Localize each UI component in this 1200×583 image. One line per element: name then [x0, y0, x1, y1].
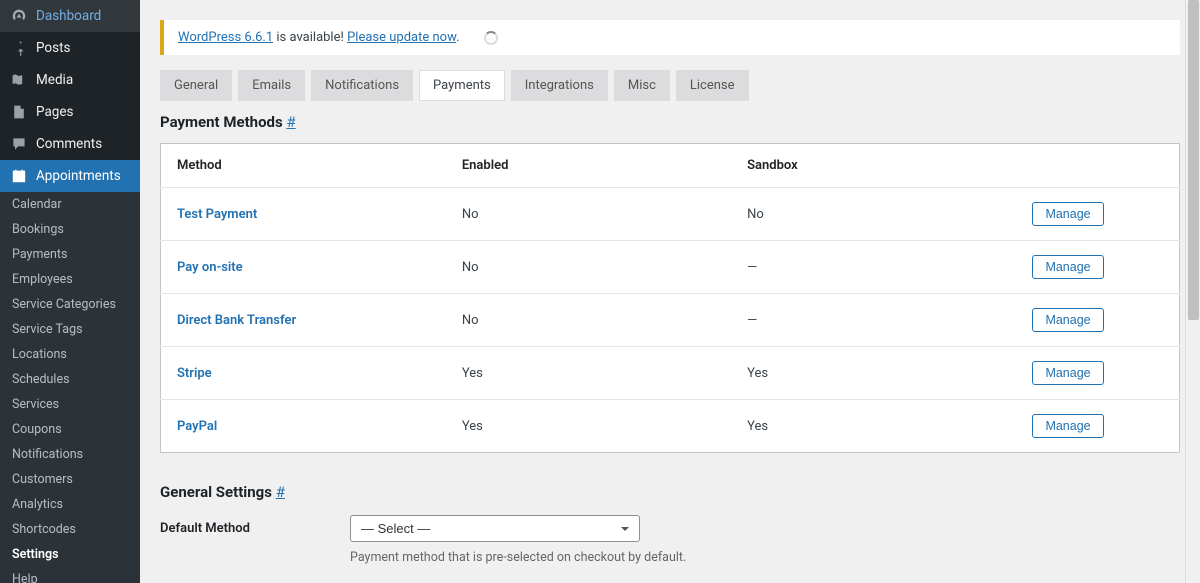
sandbox-cell: —: [731, 241, 1016, 294]
menu-posts[interactable]: Posts: [0, 32, 140, 64]
menu-label: Media: [36, 72, 73, 88]
method-link[interactable]: PayPal: [177, 419, 217, 434]
sandbox-cell: Yes: [731, 400, 1016, 453]
submenu-payments[interactable]: Payments: [0, 242, 140, 267]
enabled-cell: No: [446, 294, 731, 347]
payment-methods-table: Method Enabled Sandbox Test PaymentNoNoM…: [160, 143, 1180, 453]
menu-appointments[interactable]: Appointments: [0, 160, 140, 192]
menu-label: Comments: [36, 136, 102, 152]
submenu-bookings[interactable]: Bookings: [0, 217, 140, 242]
scrollbar[interactable]: [1185, 0, 1200, 583]
submenu-employees[interactable]: Employees: [0, 267, 140, 292]
update-now-link[interactable]: Please update now: [347, 30, 456, 45]
table-row: Stripe YesYes Manage: [161, 347, 1180, 400]
manage-button[interactable]: Manage: [1032, 414, 1103, 438]
menu-media[interactable]: Media: [0, 64, 140, 96]
tab-payments[interactable]: Payments: [419, 70, 505, 101]
manage-button[interactable]: Manage: [1032, 361, 1103, 385]
enabled-cell: No: [446, 241, 731, 294]
th-method: Method: [161, 144, 446, 188]
payment-methods-anchor[interactable]: #: [286, 113, 295, 131]
media-icon: [10, 71, 28, 89]
menu-label: Appointments: [36, 168, 121, 184]
submenu-customers[interactable]: Customers: [0, 467, 140, 492]
table-row: PayPal YesYes Manage: [161, 400, 1180, 453]
enabled-cell: Yes: [446, 400, 731, 453]
submenu-analytics[interactable]: Analytics: [0, 492, 140, 517]
submenu-settings[interactable]: Settings: [0, 542, 140, 567]
menu-label: Dashboard: [36, 8, 101, 24]
general-settings-anchor[interactable]: #: [276, 483, 285, 501]
table-row: Pay on-site No— Manage: [161, 241, 1180, 294]
calendar-icon: [10, 167, 28, 185]
sandbox-cell: —: [731, 294, 1016, 347]
update-notice: WordPress 6.6.1 is available! Please upd…: [160, 20, 1180, 55]
submenu-service-tags[interactable]: Service Tags: [0, 317, 140, 342]
wordpress-version-link[interactable]: WordPress 6.6.1: [178, 30, 273, 45]
tab-misc[interactable]: Misc: [614, 70, 670, 101]
default-method-help: Payment method that is pre-selected on c…: [350, 550, 1180, 565]
method-link[interactable]: Direct Bank Transfer: [177, 313, 296, 328]
method-link[interactable]: Stripe: [177, 366, 212, 381]
tab-license[interactable]: License: [676, 70, 749, 101]
submenu-services[interactable]: Services: [0, 392, 140, 417]
method-link[interactable]: Pay on-site: [177, 260, 243, 275]
admin-sidebar: Dashboard Posts Media Pages Comments Appointm…: [0, 0, 140, 583]
appointments-submenu: CalendarBookingsPaymentsEmployeesService…: [0, 192, 140, 583]
enabled-cell: Yes: [446, 347, 731, 400]
page-icon: [10, 103, 28, 121]
manage-button[interactable]: Manage: [1032, 308, 1103, 332]
payment-methods-heading: Payment Methods #: [160, 113, 1180, 131]
menu-label: Pages: [36, 104, 74, 120]
menu-pages[interactable]: Pages: [0, 96, 140, 128]
menu-dashboard[interactable]: Dashboard: [0, 0, 140, 32]
main-content: WordPress 6.6.1 is available! Please upd…: [140, 0, 1200, 583]
tab-integrations[interactable]: Integrations: [511, 70, 608, 101]
scrollbar-thumb[interactable]: [1188, 0, 1199, 320]
submenu-notifications[interactable]: Notifications: [0, 442, 140, 467]
th-sandbox: Sandbox: [731, 144, 1016, 188]
table-row: Test Payment NoNo Manage: [161, 188, 1180, 241]
submenu-calendar[interactable]: Calendar: [0, 192, 140, 217]
sandbox-cell: No: [731, 188, 1016, 241]
th-enabled: Enabled: [446, 144, 731, 188]
submenu-help[interactable]: Help: [0, 567, 140, 583]
manage-button[interactable]: Manage: [1032, 255, 1103, 279]
submenu-locations[interactable]: Locations: [0, 342, 140, 367]
submenu-schedules[interactable]: Schedules: [0, 367, 140, 392]
method-link[interactable]: Test Payment: [177, 207, 257, 222]
notice-text: is available!: [273, 30, 347, 45]
tab-notifications[interactable]: Notifications: [311, 70, 413, 101]
enabled-cell: No: [446, 188, 731, 241]
submenu-service-categories[interactable]: Service Categories: [0, 292, 140, 317]
default-method-row: Default Method — Select — Payment method…: [160, 515, 1180, 565]
submenu-shortcodes[interactable]: Shortcodes: [0, 517, 140, 542]
tab-general[interactable]: General: [160, 70, 232, 101]
general-settings-heading: General Settings #: [160, 483, 1180, 501]
pin-icon: [10, 39, 28, 57]
default-method-select[interactable]: — Select —: [350, 515, 640, 542]
default-method-label: Default Method: [160, 515, 330, 536]
menu-label: Posts: [36, 40, 70, 56]
manage-button[interactable]: Manage: [1032, 202, 1103, 226]
settings-tabs: GeneralEmailsNotificationsPaymentsIntegr…: [160, 70, 1180, 101]
tab-emails[interactable]: Emails: [238, 70, 305, 101]
comment-icon: [10, 135, 28, 153]
submenu-coupons[interactable]: Coupons: [0, 417, 140, 442]
table-row: Direct Bank Transfer No— Manage: [161, 294, 1180, 347]
menu-comments[interactable]: Comments: [0, 128, 140, 160]
sandbox-cell: Yes: [731, 347, 1016, 400]
spinner-icon: [484, 31, 498, 45]
dashboard-icon: [10, 7, 28, 25]
